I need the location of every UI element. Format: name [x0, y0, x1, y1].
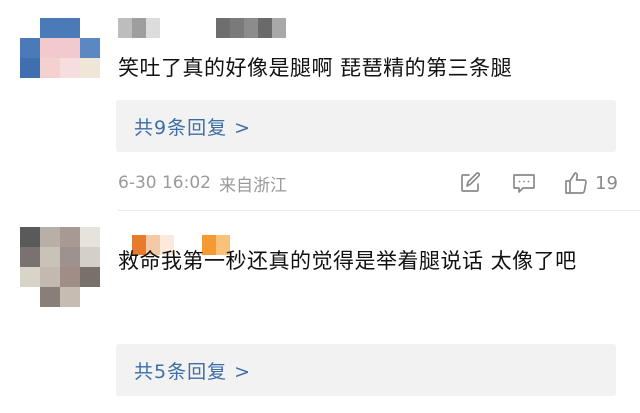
username-mosaic-block [272, 18, 286, 38]
avatar-pixel [40, 267, 60, 287]
avatar-pixel [60, 18, 80, 38]
username-mosaic-block [132, 18, 146, 38]
avatar-pixel [80, 38, 100, 58]
avatar-pixel [60, 267, 80, 287]
avatar-pixel [60, 227, 80, 247]
username-mosaic-block [160, 18, 174, 38]
comment-icon [513, 174, 535, 193]
comment-meta: 6-30 16:02 来自浙江 [118, 170, 287, 196]
avatar-pixel [60, 58, 80, 78]
avatar-pixel [20, 78, 40, 98]
avatar-pixel [20, 247, 40, 267]
avatar-pixel [80, 227, 100, 247]
replies-link[interactable]: 共5条回复 > [134, 357, 251, 384]
username-mosaic-block [258, 18, 272, 38]
replies-button[interactable]: 共5条回复 > [116, 344, 616, 396]
username-mosaic-block [230, 18, 244, 38]
avatar[interactable] [20, 18, 100, 98]
avatar-pixel [60, 287, 80, 307]
comment-text: 救命我第一秒还真的觉得是举着腿说话 太像了吧 [118, 249, 577, 273]
like-count: 19 [595, 172, 618, 194]
avatar-pixel [40, 78, 60, 98]
username-mosaic-block [118, 18, 132, 38]
avatar-pixel [60, 38, 80, 58]
comment-item: 救命我第一秒还真的觉得是举着腿说话 太像了吧 共5条回复 > [0, 211, 640, 413]
username-mosaic-block [202, 18, 216, 38]
avatar-pixel [40, 58, 60, 78]
username-mosaic-block [146, 18, 160, 38]
avatar-pixel [20, 38, 40, 58]
username-mosaic-block [188, 18, 202, 38]
avatar-pixel [80, 58, 100, 78]
comment-location: 来自浙江 [218, 175, 287, 196]
username-mosaic-block [174, 18, 188, 38]
username-mosaic-block [216, 18, 230, 38]
avatar-pixel [20, 227, 40, 247]
comment-button[interactable] [509, 168, 539, 198]
avatar-pixel [20, 58, 40, 78]
like-button[interactable]: 19 [563, 168, 618, 198]
replies-link[interactable]: 共9条回复 > [134, 113, 251, 140]
avatar-pixel [80, 78, 100, 98]
thumbs-up-icon [565, 172, 587, 194]
comment-date: 6-30 16:02 [118, 173, 211, 193]
comment-text: 笑吐了真的好像是腿啊 琵琶精的第三条腿 [118, 56, 513, 80]
avatar-pixel [20, 267, 40, 287]
avatar-pixel [40, 227, 60, 247]
share-button[interactable] [455, 168, 485, 198]
avatar-pixel [80, 18, 100, 38]
avatar-pixel [60, 78, 80, 98]
avatar-pixel [60, 247, 80, 267]
avatar-pixel [20, 18, 40, 38]
avatar-pixel [80, 267, 100, 287]
share-icon [461, 172, 481, 192]
avatar[interactable] [20, 227, 100, 307]
avatar-pixel [80, 247, 100, 267]
avatar-pixel [40, 18, 60, 38]
avatar-pixel [20, 287, 40, 307]
avatar-pixel [40, 38, 60, 58]
replies-button[interactable]: 共9条回复 > [116, 100, 616, 152]
avatar-pixel [40, 247, 60, 267]
username-mosaic-block [244, 18, 258, 38]
username[interactable] [118, 18, 286, 38]
comment-item: 笑吐了真的好像是腿啊 琵琶精的第三条腿 共9条回复 > 6-30 16:02 来… [0, 0, 640, 210]
avatar-pixel [40, 287, 60, 307]
avatar-pixel [80, 287, 100, 307]
comment-actions: 19 [455, 168, 618, 198]
